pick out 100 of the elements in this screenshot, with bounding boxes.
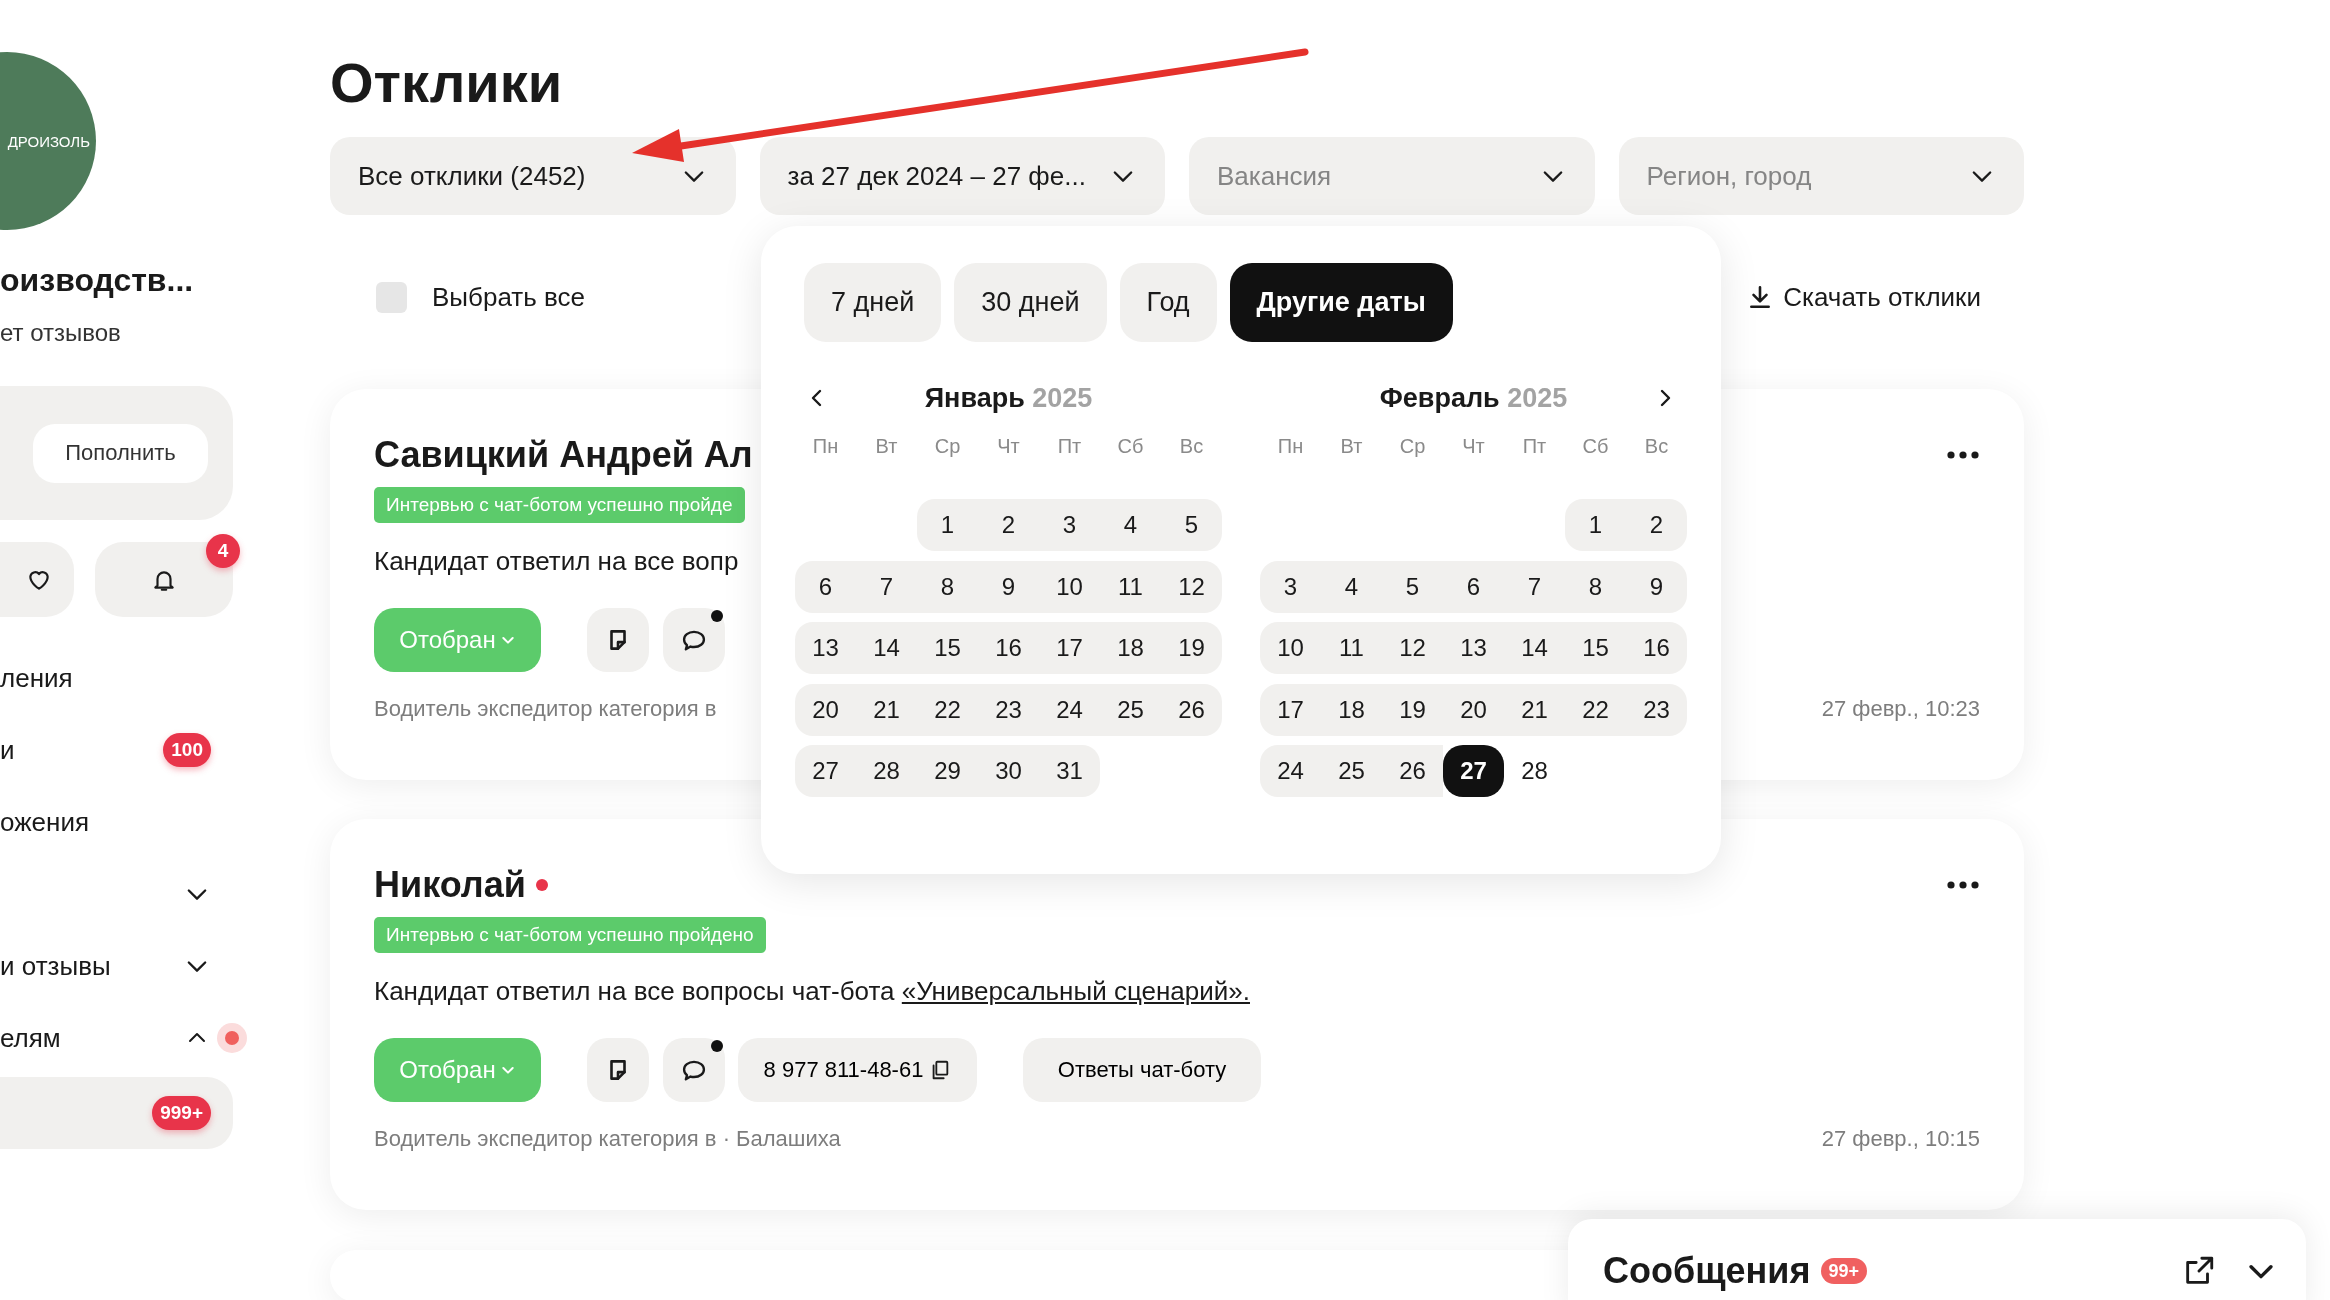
calendar-day[interactable]: 24: [1039, 683, 1100, 736]
calendar-day[interactable]: 1: [917, 499, 978, 551]
calendar-day[interactable]: 11: [1321, 622, 1382, 674]
company-logo: ДРОИЗОЛЬ: [0, 52, 96, 230]
calendar-day[interactable]: 5: [1382, 560, 1443, 613]
calendar-day[interactable]: 8: [917, 560, 978, 613]
calendar-day[interactable]: 13: [1443, 622, 1504, 674]
topup-button[interactable]: Пополнить: [33, 423, 208, 483]
calendar-day[interactable]: 2: [978, 499, 1039, 551]
weekday-label: Вт: [874, 434, 899, 458]
calendar-day[interactable]: 26: [1161, 683, 1222, 736]
calendar-day[interactable]: 21: [1504, 683, 1565, 736]
note-button[interactable]: [587, 608, 649, 672]
calendar-day[interactable]: 27: [1443, 745, 1504, 797]
page-title: Отклики: [330, 50, 563, 116]
calendar-day[interactable]: 6: [1443, 560, 1504, 613]
calendar-day[interactable]: 22: [917, 683, 978, 736]
calendar-day[interactable]: 25: [1321, 745, 1382, 797]
calendar-day[interactable]: 5: [1161, 499, 1222, 551]
calendar-day[interactable]: 13: [795, 622, 856, 674]
notifications-button[interactable]: [95, 542, 233, 617]
calendar-day[interactable]: 26: [1382, 745, 1443, 797]
menu-item[interactable]: ления: [0, 642, 250, 714]
calendar-day[interactable]: 20: [1443, 683, 1504, 736]
select-all-checkbox[interactable]: [376, 281, 407, 313]
period-tab[interactable]: Год: [1119, 263, 1217, 342]
calendar-day[interactable]: 22: [1565, 683, 1626, 736]
scenario-link[interactable]: «Универсальный сценарий».: [901, 976, 1250, 1006]
calendar-day[interactable]: 1: [1565, 499, 1626, 551]
calendar-day[interactable]: 19: [1161, 622, 1222, 674]
month-title: Февраль 2025: [1379, 382, 1568, 414]
calendar-day[interactable]: 3: [1260, 560, 1321, 613]
more-options-icon[interactable]: [1946, 450, 1980, 460]
calendar-day[interactable]: 19: [1382, 683, 1443, 736]
calendar-day[interactable]: 25: [1100, 683, 1161, 736]
month-title: Январь 2025: [924, 382, 1093, 414]
calendar-day[interactable]: 28: [856, 745, 917, 797]
calendar-day[interactable]: 8: [1565, 560, 1626, 613]
calendar-day[interactable]: 23: [978, 683, 1039, 736]
weekday-label: Вс: [1178, 434, 1205, 458]
calendar-day[interactable]: 15: [917, 622, 978, 674]
chat-button[interactable]: [663, 608, 725, 672]
calendar-day[interactable]: 29: [917, 745, 978, 797]
weekday-label: Пн: [1276, 434, 1305, 458]
calendar-day[interactable]: 7: [856, 560, 917, 613]
chatbot-answers-button[interactable]: Ответы чат-боту: [1023, 1038, 1261, 1102]
alert-dot: [217, 1023, 247, 1053]
period-tab[interactable]: 7 дней: [804, 263, 942, 342]
calendar-day[interactable]: 30: [978, 745, 1039, 797]
candidate-name: Николай: [374, 864, 526, 906]
candidate-name: Савицкий Андрей Ал: [374, 434, 753, 476]
calendar-day[interactable]: 21: [856, 683, 917, 736]
calendar-day[interactable]: 7: [1504, 560, 1565, 613]
calendar-day[interactable]: 17: [1260, 683, 1321, 736]
download-link[interactable]: Скачать отклики: [1747, 281, 1981, 313]
select-all-label: Выбрать все: [432, 281, 585, 313]
calendar-day[interactable]: 18: [1321, 683, 1382, 736]
weekday-label: Сб: [1116, 434, 1145, 458]
period-tab[interactable]: 30 дней: [954, 263, 1107, 342]
filter-dropdown[interactable]: за 27 дек 2024 – 27 фе...: [759, 137, 1165, 215]
menu-group[interactable]: елям: [0, 1002, 250, 1074]
calendar-day[interactable]: 28: [1504, 745, 1565, 797]
calendar-day[interactable]: 10: [1260, 622, 1321, 674]
note-button[interactable]: [587, 1038, 649, 1102]
calendar-day[interactable]: 10: [1039, 560, 1100, 613]
calendar-day[interactable]: 23: [1626, 683, 1687, 736]
favorites-button[interactable]: [0, 542, 74, 617]
period-tab[interactable]: Другие даты: [1229, 263, 1453, 342]
calendar-day[interactable]: 14: [856, 622, 917, 674]
calendar-day[interactable]: 9: [1626, 560, 1687, 613]
calendar-day[interactable]: 15: [1565, 622, 1626, 674]
calendar-day[interactable]: 11: [1100, 560, 1161, 613]
chat-button[interactable]: [663, 1038, 725, 1102]
calendar-day[interactable]: 16: [978, 622, 1039, 674]
calendar-day[interactable]: 3: [1039, 499, 1100, 551]
notification-badge: 4: [206, 534, 240, 568]
calendar-day[interactable]: 18: [1100, 622, 1161, 674]
calendar-day[interactable]: 16: [1626, 622, 1687, 674]
menu-subitem[interactable]: 999+: [0, 1077, 233, 1149]
vacancy-info: Водитель экспедитор категория в: [374, 695, 717, 723]
calendar-day[interactable]: 9: [978, 560, 1039, 613]
vacancy-info: Водитель экспедитор категория в · Балашиха: [374, 1125, 841, 1153]
calendar-day[interactable]: 14: [1504, 622, 1565, 674]
phone-button[interactable]: 8 977 811-48-61: [738, 1038, 977, 1102]
calendar-day[interactable]: 4: [1100, 499, 1161, 551]
calendar-day[interactable]: 6: [795, 560, 856, 613]
calendar-day[interactable]: 24: [1260, 745, 1321, 797]
calendar-day[interactable]: 31: [1039, 745, 1100, 797]
menu-item[interactable]: ожения: [0, 786, 250, 858]
more-options-icon[interactable]: [1946, 880, 1980, 890]
calendar-day[interactable]: 27: [795, 745, 856, 797]
filter-dropdown[interactable]: Все отклики (2452): [330, 137, 736, 215]
menu-item[interactable]: и 100: [0, 714, 250, 786]
calendar-day[interactable]: 20: [795, 683, 856, 736]
calendar-day[interactable]: 4: [1321, 560, 1382, 613]
calendar-day[interactable]: 17: [1039, 622, 1100, 674]
menu-group[interactable]: и отзывы: [0, 930, 250, 1002]
calendar-day[interactable]: 2: [1626, 499, 1687, 551]
calendar-day[interactable]: 12: [1382, 622, 1443, 674]
calendar-day[interactable]: 12: [1161, 560, 1222, 613]
